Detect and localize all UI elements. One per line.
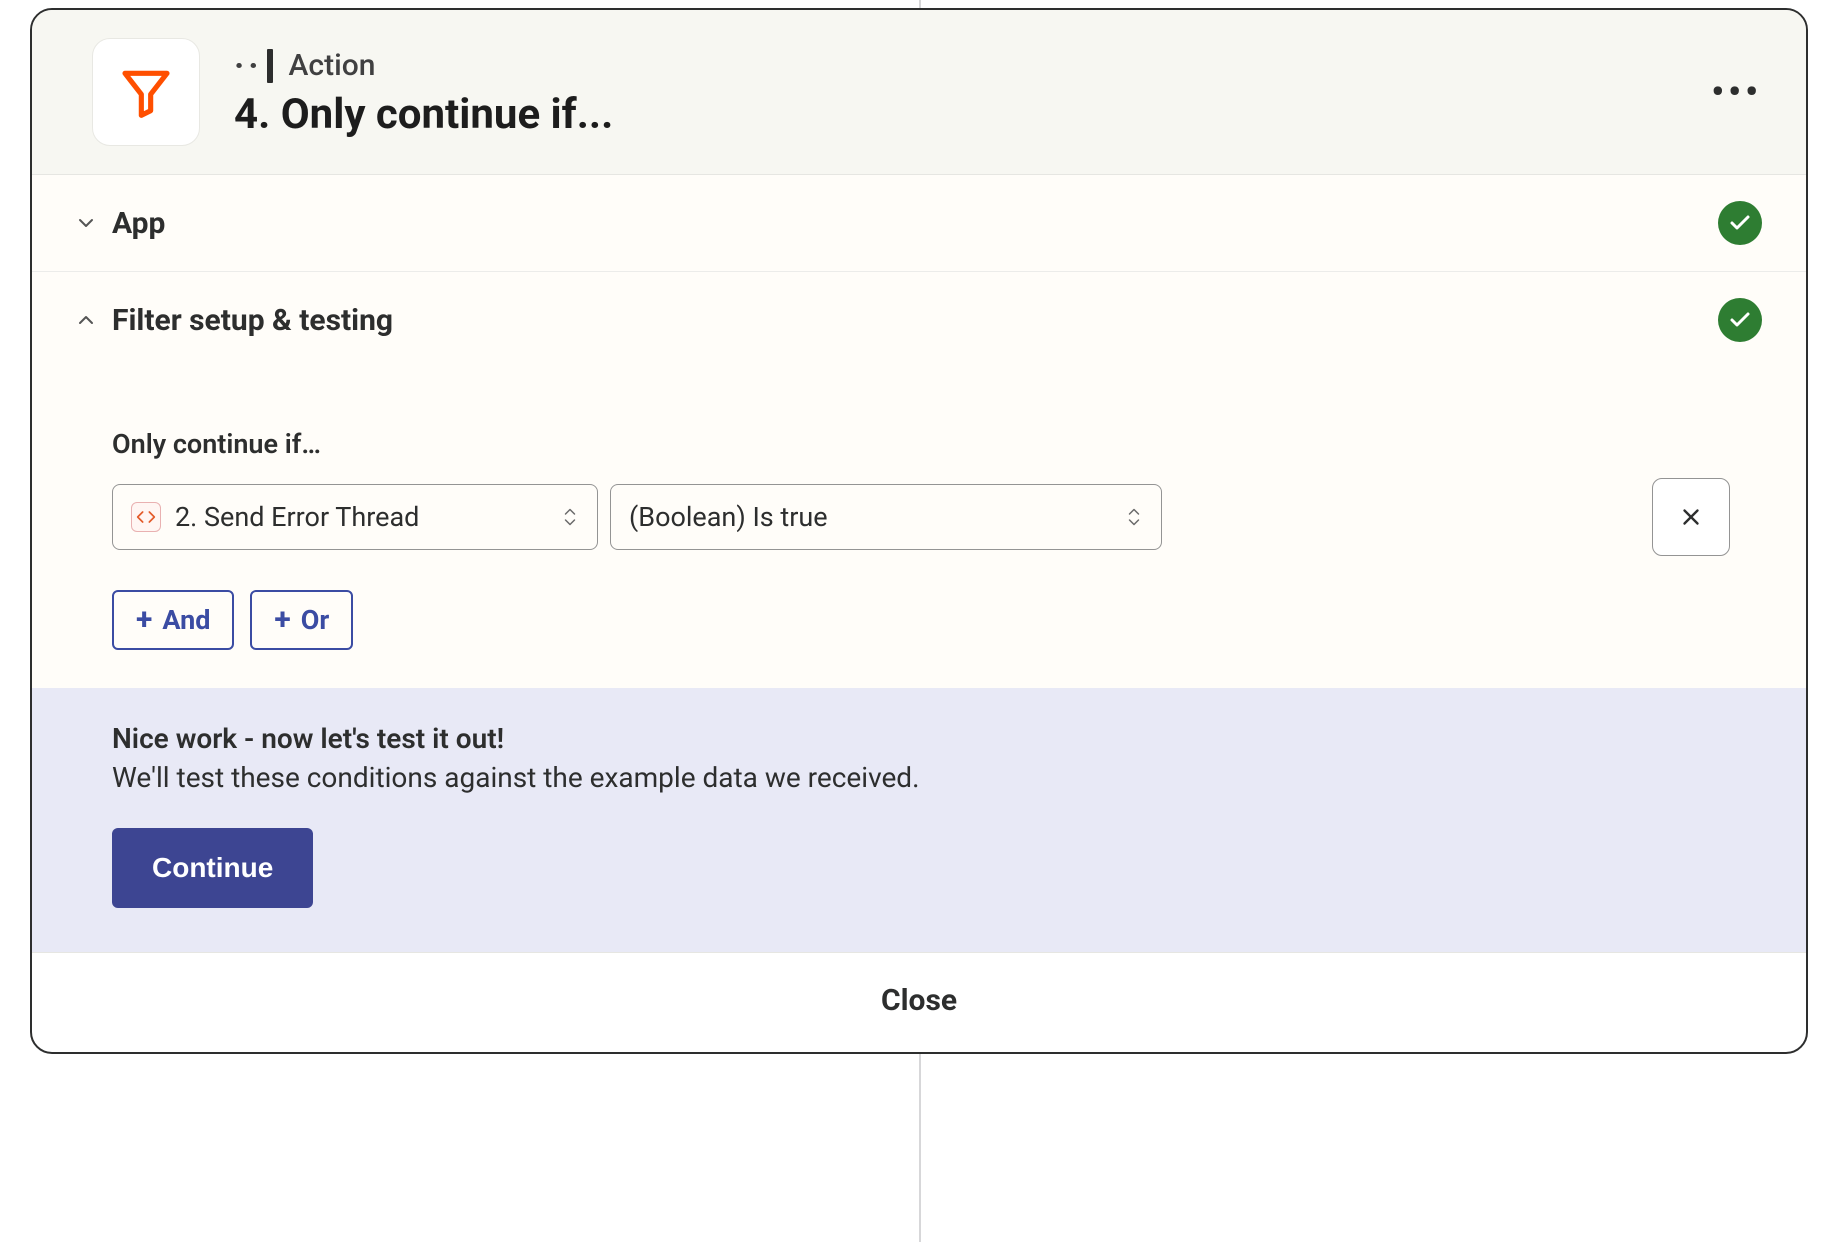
select-caret-icon xyxy=(561,505,579,529)
plus-icon: + xyxy=(274,605,290,635)
condition-operator-select[interactable]: (Boolean) Is true xyxy=(610,484,1162,550)
test-panel: Nice work - now let's test it out! We'll… xyxy=(32,688,1806,952)
panel-header: ·· Action 4. Only continue if... ••• xyxy=(32,10,1806,175)
or-label: Or xyxy=(301,604,330,636)
add-and-button[interactable]: + And xyxy=(112,590,234,650)
section-app[interactable]: App xyxy=(32,175,1806,272)
chevron-up-icon xyxy=(72,308,100,332)
step-editor-panel: ·· Action 4. Only continue if... ••• App… xyxy=(30,8,1808,1054)
test-heading: Nice work - now let's test it out! xyxy=(112,722,1726,755)
filter-setup-body: Only continue if… 2. Send Error Thread (… xyxy=(32,368,1806,688)
path-icon: ·· xyxy=(234,46,273,86)
and-label: And xyxy=(162,604,210,636)
step-type-label: Action xyxy=(289,48,376,83)
condition-field-value: 2. Send Error Thread xyxy=(175,501,547,533)
close-button[interactable]: Close xyxy=(32,952,1806,1052)
condition-operator-value: (Boolean) Is true xyxy=(629,501,1111,533)
remove-condition-button[interactable] xyxy=(1652,478,1730,556)
condition-row: 2. Send Error Thread (Boolean) Is true xyxy=(112,478,1730,556)
continue-button[interactable]: Continue xyxy=(112,828,313,908)
select-caret-icon xyxy=(1125,505,1143,529)
section-filter-title: Filter setup & testing xyxy=(112,303,1718,338)
condition-label: Only continue if… xyxy=(112,428,1730,460)
more-options-button[interactable]: ••• xyxy=(1703,63,1762,121)
logic-buttons-row: + And + Or xyxy=(112,590,1730,650)
chevron-down-icon xyxy=(72,211,100,235)
step-title: 4. Only continue if... xyxy=(234,90,1703,139)
section-filter[interactable]: Filter setup & testing xyxy=(32,272,1806,368)
header-text: ·· Action 4. Only continue if... xyxy=(234,46,1703,139)
status-complete-icon xyxy=(1718,201,1762,245)
filter-icon xyxy=(118,64,174,120)
test-subtext: We'll test these conditions against the … xyxy=(112,761,1726,794)
step-type-row: ·· Action xyxy=(234,46,1703,86)
plus-icon: + xyxy=(136,605,152,635)
status-complete-icon xyxy=(1718,298,1762,342)
section-app-title: App xyxy=(112,206,1718,241)
close-icon xyxy=(1678,504,1704,530)
condition-field-select[interactable]: 2. Send Error Thread xyxy=(112,484,598,550)
app-icon-container xyxy=(92,38,200,146)
code-step-icon xyxy=(131,502,161,532)
add-or-button[interactable]: + Or xyxy=(250,590,353,650)
